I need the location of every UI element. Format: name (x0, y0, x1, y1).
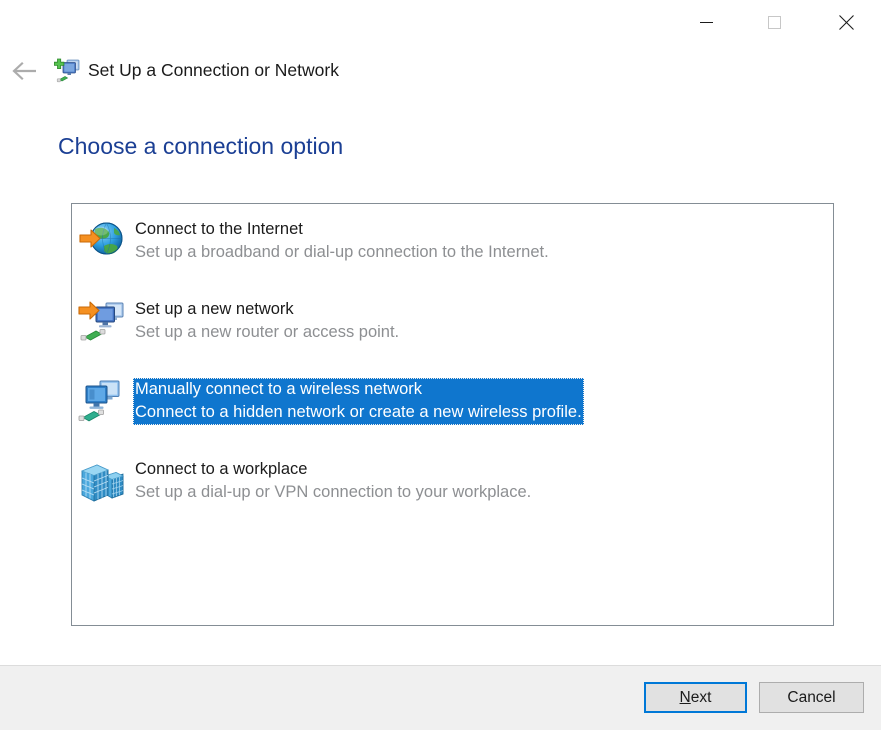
list-item-title: Manually connect to a wireless network (135, 378, 582, 401)
list-item-title: Connect to the Internet (135, 218, 549, 241)
cancel-button[interactable]: Cancel (759, 682, 864, 713)
minimize-button[interactable] (683, 0, 729, 44)
next-button[interactable]: Next (644, 682, 747, 713)
next-accelerator: N (680, 689, 691, 706)
window-title: Set Up a Connection or Network (88, 57, 339, 83)
minimize-icon (700, 22, 713, 23)
maximize-icon (768, 16, 781, 29)
next-label-rest: ext (691, 689, 712, 706)
title-bar (0, 0, 881, 46)
close-button[interactable] (823, 0, 869, 44)
back-arrow-icon (12, 61, 38, 81)
new-network-arrow-icon (78, 296, 126, 344)
list-item-manually-connect-wireless[interactable]: Manually connect to a wireless network C… (72, 364, 833, 444)
list-item-text: Set up a new network Set up a new router… (135, 298, 399, 344)
list-item-text: Manually connect to a wireless network C… (133, 378, 584, 425)
connection-option-list[interactable]: Connect to the Internet Set up a broadba… (71, 203, 834, 626)
list-item-text: Connect to a workplace Set up a dial-up … (135, 458, 531, 504)
network-setup-icon (54, 56, 82, 84)
list-item-description: Set up a broadband or dial-up connection… (135, 241, 549, 264)
list-item-title: Connect to a workplace (135, 458, 531, 481)
globe-arrow-icon (78, 216, 126, 264)
workplace-buildings-icon (78, 456, 126, 504)
header-bar: Set Up a Connection or Network (0, 52, 881, 90)
list-item-set-up-new-network[interactable]: Set up a new network Set up a new router… (72, 284, 833, 364)
list-item-description: Connect to a hidden network or create a … (135, 401, 582, 424)
page-title: Choose a connection option (58, 130, 343, 162)
back-button[interactable] (10, 56, 40, 86)
close-icon (839, 15, 854, 30)
window-controls (683, 0, 881, 46)
list-item-description: Set up a dial-up or VPN connection to yo… (135, 481, 531, 504)
list-item-text: Connect to the Internet Set up a broadba… (135, 218, 549, 264)
list-item-connect-to-internet[interactable]: Connect to the Internet Set up a broadba… (72, 204, 833, 284)
list-item-connect-to-workplace[interactable]: Connect to a workplace Set up a dial-up … (72, 444, 833, 524)
list-item-description: Set up a new router or access point. (135, 321, 399, 344)
wireless-monitors-icon (78, 376, 126, 424)
maximize-button[interactable] (751, 0, 797, 44)
footer-bar (0, 665, 881, 730)
list-item-title: Set up a new network (135, 298, 399, 321)
